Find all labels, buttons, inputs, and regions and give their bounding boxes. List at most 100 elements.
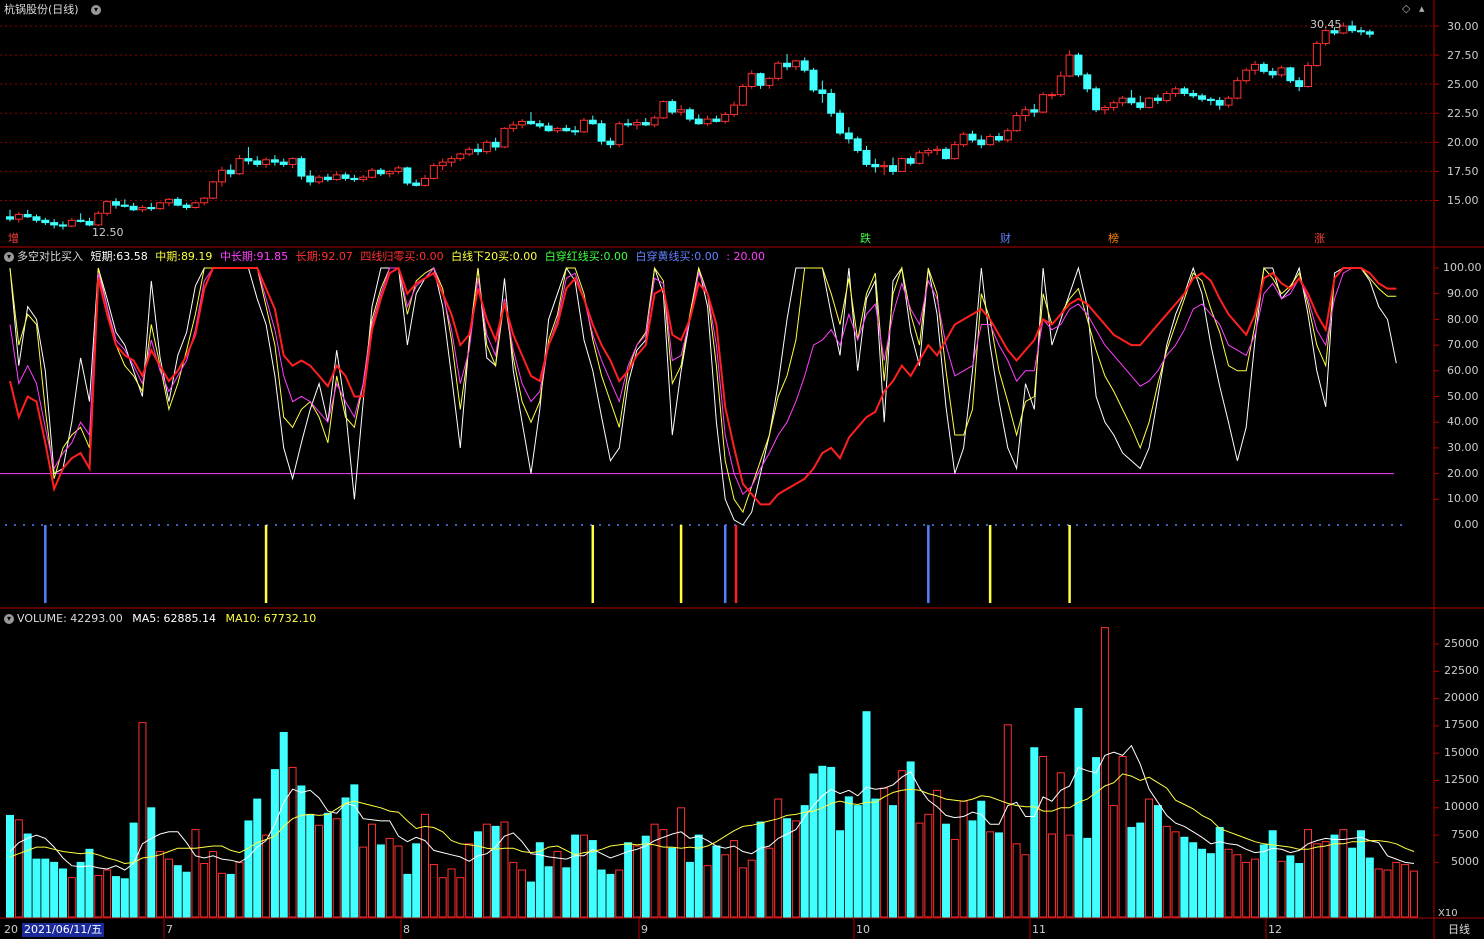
zero-dot bbox=[554, 524, 556, 526]
candle-body bbox=[226, 169, 235, 175]
zero-dot bbox=[149, 524, 151, 526]
volume-bar bbox=[889, 805, 897, 918]
zero-dot bbox=[428, 524, 430, 526]
candle-body bbox=[412, 182, 421, 186]
candle-body bbox=[827, 92, 836, 114]
volume-bar bbox=[897, 770, 906, 918]
volume-bar bbox=[844, 796, 853, 918]
zero-dot bbox=[1166, 524, 1168, 526]
volume-bar bbox=[306, 813, 315, 918]
volume-bar bbox=[76, 861, 85, 918]
zero-dot bbox=[932, 524, 934, 526]
legend-long: 长期:92.07 bbox=[295, 250, 353, 263]
ind-tick: 100.00 bbox=[1443, 261, 1482, 274]
zero-dot bbox=[1148, 524, 1150, 526]
volume-bar bbox=[1286, 855, 1295, 918]
volume-bar bbox=[1374, 868, 1383, 918]
event-tag-bang[interactable]: 榜 bbox=[1108, 232, 1119, 246]
volume-bar bbox=[994, 832, 1003, 918]
candle-body bbox=[156, 202, 165, 210]
volume-bar bbox=[85, 848, 94, 918]
volume-bar bbox=[836, 830, 845, 918]
mid-term-line bbox=[9, 266, 1397, 514]
candle-body bbox=[217, 169, 226, 183]
zero-dot bbox=[419, 524, 421, 526]
arrow-up-icon[interactable]: ▴ bbox=[1419, 2, 1425, 16]
volume-bar bbox=[1162, 825, 1171, 918]
volume-bar bbox=[1383, 869, 1392, 918]
event-tag-zeng[interactable]: 增 bbox=[8, 232, 19, 246]
volume-unit: X10 bbox=[1438, 908, 1458, 919]
candle-body bbox=[182, 204, 191, 208]
zero-dot bbox=[1040, 524, 1042, 526]
volume-bar bbox=[641, 835, 650, 918]
volume-menu-icon[interactable]: ▾ bbox=[4, 614, 14, 624]
indicator-name[interactable]: 多空对比买入 bbox=[17, 250, 83, 263]
selected-date[interactable]: 2021/06/11/五 bbox=[22, 923, 105, 937]
price-low-label: 12.50 bbox=[92, 226, 124, 239]
candle-body bbox=[1074, 54, 1083, 76]
chart-canvas[interactable] bbox=[0, 0, 1484, 939]
volume-bar bbox=[23, 833, 32, 918]
candle-body bbox=[297, 158, 306, 177]
period-label[interactable]: 日线 bbox=[1448, 923, 1470, 937]
zero-dot bbox=[1265, 524, 1267, 526]
volume-bar bbox=[1030, 747, 1039, 918]
event-tag-cai[interactable]: 财 bbox=[1000, 232, 1011, 246]
candle-body bbox=[518, 120, 527, 126]
candle-body bbox=[897, 158, 906, 172]
zero-dot bbox=[194, 524, 196, 526]
candle-body bbox=[703, 118, 712, 125]
zero-dot bbox=[1292, 524, 1294, 526]
candle-body bbox=[756, 73, 765, 86]
volume-bar bbox=[986, 831, 995, 918]
candle-body bbox=[94, 212, 103, 226]
zero-dot bbox=[599, 524, 601, 526]
candle-body bbox=[933, 148, 942, 151]
zero-dot bbox=[1283, 524, 1285, 526]
volume-bar bbox=[244, 820, 253, 918]
candle-body bbox=[164, 198, 173, 204]
candle-body bbox=[41, 219, 50, 224]
volume-bar bbox=[1215, 826, 1224, 918]
zero-dot bbox=[581, 524, 583, 526]
zero-dot bbox=[959, 524, 961, 526]
zero-dot bbox=[176, 524, 178, 526]
candle-body bbox=[1109, 102, 1118, 108]
event-tag-die[interactable]: 跌 bbox=[860, 232, 871, 246]
candle-body bbox=[606, 140, 615, 146]
ind-tick: 30.00 bbox=[1447, 441, 1479, 454]
candle-body bbox=[253, 160, 262, 165]
zero-dot bbox=[536, 524, 538, 526]
zero-dot bbox=[482, 524, 484, 526]
zero-dot bbox=[365, 524, 367, 526]
zero-dot bbox=[221, 524, 223, 526]
candle-body bbox=[438, 161, 447, 167]
zero-dot bbox=[518, 524, 520, 526]
candle-body bbox=[1365, 31, 1374, 35]
candle-body bbox=[1295, 80, 1304, 87]
volume-bar bbox=[1356, 830, 1365, 918]
candle-body bbox=[915, 152, 924, 164]
candle-body bbox=[173, 198, 182, 206]
event-tag-zhang[interactable]: 涨 bbox=[1314, 232, 1325, 246]
candle-body bbox=[1092, 88, 1101, 111]
volume-bar bbox=[262, 834, 271, 918]
legend-volume: VOLUME: 42293.00 bbox=[17, 612, 123, 625]
volume-bar bbox=[668, 847, 677, 918]
zero-dot bbox=[122, 524, 124, 526]
panel-menu-icon[interactable]: ▾ bbox=[91, 5, 101, 15]
zero-dot bbox=[356, 524, 358, 526]
zero-dot bbox=[50, 524, 52, 526]
volume-bar bbox=[1127, 826, 1136, 918]
candle-body bbox=[473, 148, 482, 153]
price-tick: 20.00 bbox=[1447, 136, 1479, 149]
indicator-menu-icon[interactable]: ▾ bbox=[4, 252, 14, 262]
candle-body bbox=[288, 158, 297, 165]
volume-bar bbox=[1109, 805, 1118, 918]
ind-tick: 80.00 bbox=[1447, 313, 1479, 326]
diamond-icon[interactable]: ◇ bbox=[1402, 2, 1410, 16]
zero-dot bbox=[1031, 524, 1033, 526]
candle-body bbox=[986, 136, 995, 146]
volume-bar bbox=[1312, 843, 1321, 918]
